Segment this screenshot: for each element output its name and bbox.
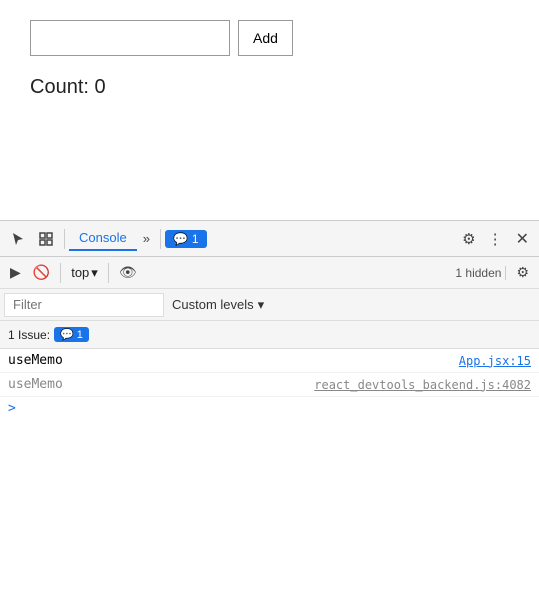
issues-badge-icon: 💬: [60, 328, 74, 341]
filter-row: Custom levels ▾: [0, 289, 539, 321]
issues-badge: 1 Issue: 💬 1: [8, 327, 89, 342]
custom-levels-label: Custom levels: [172, 297, 254, 312]
badge-count: 1: [192, 232, 199, 246]
play-button[interactable]: ▶: [4, 261, 27, 284]
app-area: Add Count: 0: [0, 0, 539, 220]
console-log-area: useMemo App.jsx:15 useMemo react_devtool…: [0, 349, 539, 610]
top-dropdown[interactable]: top ▾: [65, 262, 104, 284]
log-text: useMemo: [8, 353, 63, 368]
issues-badge-count: 1: [77, 329, 83, 341]
badge-button[interactable]: 💬 1: [165, 230, 207, 248]
log-row: useMemo App.jsx:15: [0, 349, 539, 373]
console-settings-btn[interactable]: ⚙: [510, 261, 535, 284]
top-label: top: [71, 265, 89, 280]
toolbar-divider-1: [64, 229, 65, 249]
cursor-icon-btn[interactable]: [4, 227, 32, 251]
issues-row: 1 Issue: 💬 1: [0, 321, 539, 349]
toolbar-divider-2: [160, 229, 161, 249]
cursor-symbol: >: [8, 401, 16, 416]
devtools-toolbar-1: Console » 💬 1 ⚙ ⋮ ✕: [0, 221, 539, 257]
input-row: Add: [30, 20, 509, 56]
badge-chat-icon: 💬: [173, 232, 188, 246]
top-arrow-icon: ▾: [91, 265, 98, 281]
eye-button[interactable]: 👁: [113, 261, 143, 284]
filter-input[interactable]: [4, 293, 164, 317]
tab-console[interactable]: Console: [69, 226, 137, 251]
gear-button[interactable]: ⚙: [456, 226, 481, 252]
count-label: Count: 0: [30, 76, 509, 99]
text-input[interactable]: [30, 20, 230, 56]
no-entry-button[interactable]: 🚫: [27, 261, 56, 284]
log-filename-link[interactable]: App.jsx:15: [459, 354, 531, 368]
tab-more-btn[interactable]: »: [137, 227, 156, 250]
devtools-toolbar-2: ▶ 🚫 top ▾ 👁 1 hidden ⚙: [0, 257, 539, 289]
box-icon-btn[interactable]: [32, 227, 60, 251]
issues-count-badge: 💬 1: [54, 327, 89, 342]
log-text: useMemo: [8, 377, 63, 392]
hidden-count: 1 hidden: [455, 266, 506, 280]
custom-levels-arrow-icon: ▾: [258, 297, 265, 313]
close-button[interactable]: ✕: [510, 225, 535, 253]
dots-button[interactable]: ⋮: [482, 226, 510, 252]
toolbar-divider-4: [108, 263, 109, 283]
toolbar-divider-3: [60, 263, 61, 283]
log-filename-link[interactable]: react_devtools_backend.js:4082: [314, 378, 531, 392]
cursor-row[interactable]: >: [0, 397, 539, 420]
devtools-panel: Console » 💬 1 ⚙ ⋮ ✕ ▶ 🚫 top ▾ 👁 1 hidden…: [0, 220, 539, 610]
add-button[interactable]: Add: [238, 20, 293, 56]
custom-levels-button[interactable]: Custom levels ▾: [164, 294, 272, 316]
log-row: useMemo react_devtools_backend.js:4082: [0, 373, 539, 397]
issues-label: 1 Issue:: [8, 328, 50, 342]
